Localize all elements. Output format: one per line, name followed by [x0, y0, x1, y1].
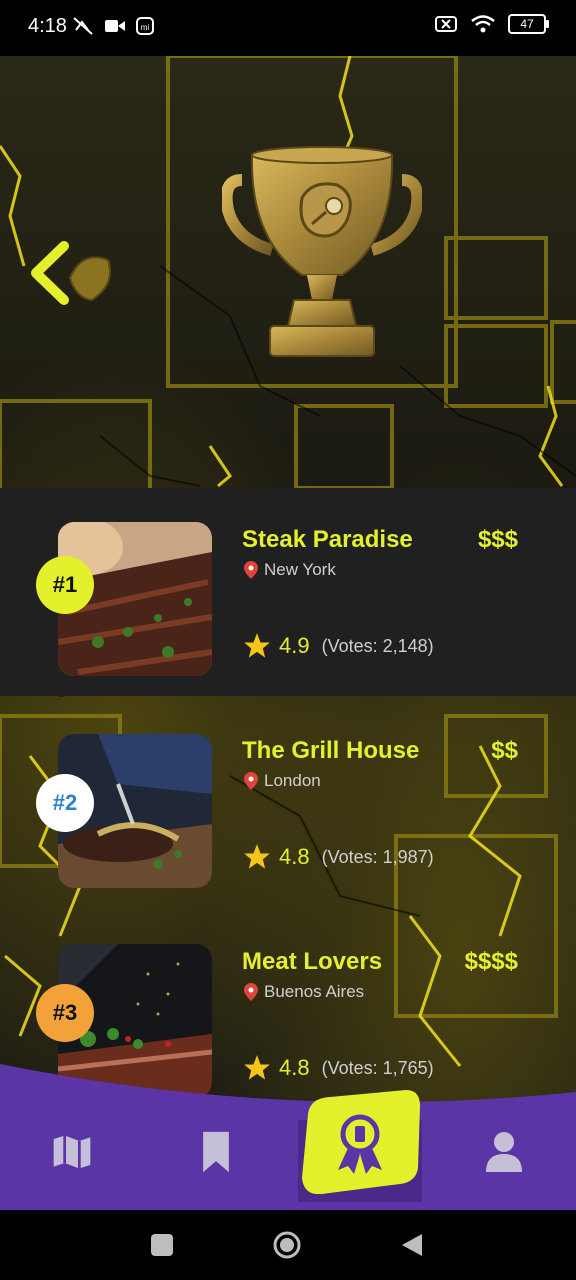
ranking-row-2[interactable]: #2 The Grill House $$ London 4.8 (Votes:…	[0, 700, 576, 908]
status-icons-right: 47	[434, 14, 549, 34]
bottom-navigation	[0, 1060, 576, 1210]
location-pin-icon	[244, 983, 258, 1001]
ranking-row-1[interactable]: #1 Steak Paradise $$$ New York 4.9 (Vote…	[0, 488, 576, 696]
price-level: $$$$	[464, 948, 518, 975]
rank-badge: #3	[36, 984, 94, 1042]
video-icon	[105, 20, 125, 32]
mi-icon: mi	[136, 17, 154, 35]
bookmark-icon	[203, 1131, 229, 1173]
svg-text:mi: mi	[141, 23, 150, 32]
star-icon	[244, 844, 270, 869]
location-text: London	[264, 771, 321, 790]
active-tab-highlight	[302, 1090, 420, 1195]
price-level: $$	[491, 737, 518, 764]
trophy-steak-icon	[222, 146, 422, 357]
nav-map-button[interactable]	[50, 1130, 94, 1174]
sim-off-icon	[435, 16, 457, 32]
gold-leaf-decoration	[68, 256, 111, 302]
nav-bookmark-button[interactable]	[196, 1130, 236, 1174]
rating-value: 4.9	[279, 633, 310, 658]
nav-profile-button[interactable]	[484, 1130, 524, 1174]
status-bar: 4:18 mi 47	[0, 0, 576, 56]
mute-call-icon	[73, 17, 93, 35]
location: Buenos Aires	[244, 982, 364, 1002]
status-time: 4:18	[28, 15, 67, 37]
star-icon	[244, 633, 270, 658]
wifi-icon	[471, 15, 495, 33]
map-icon	[53, 1135, 91, 1169]
price-level: $$$	[477, 526, 518, 553]
rating: 4.8 (Votes: 1,987)	[243, 843, 434, 871]
rating-value: 4.8	[279, 844, 310, 869]
hero-section	[0, 56, 576, 488]
battery-indicator: 47	[508, 14, 549, 34]
system-navigation-bar	[0, 1210, 576, 1280]
home-button[interactable]	[272, 1230, 302, 1260]
location: New York	[244, 560, 336, 580]
back-nav-button[interactable]	[400, 1232, 424, 1258]
location-text: Buenos Aires	[264, 982, 365, 1001]
location-pin-icon	[244, 561, 258, 579]
status-icons-left: mi	[72, 16, 154, 36]
nav-rankings-button[interactable]	[300, 1090, 420, 1195]
user-icon	[486, 1132, 522, 1172]
location: London	[244, 771, 321, 791]
rank-badge: #2	[36, 774, 94, 832]
vote-count: (Votes: 1,987)	[321, 846, 434, 867]
restaurant-name: The Grill House	[242, 737, 420, 764]
vote-count: (Votes: 2,148)	[321, 635, 434, 656]
location-pin-icon	[244, 772, 258, 790]
location-text: New York	[264, 560, 336, 579]
restaurant-name: Steak Paradise	[242, 526, 413, 553]
rating: 4.9 (Votes: 2,148)	[243, 632, 434, 660]
rank-badge: #1	[36, 556, 94, 614]
recents-button[interactable]	[151, 1234, 173, 1256]
restaurant-name: Meat Lovers	[242, 948, 383, 975]
